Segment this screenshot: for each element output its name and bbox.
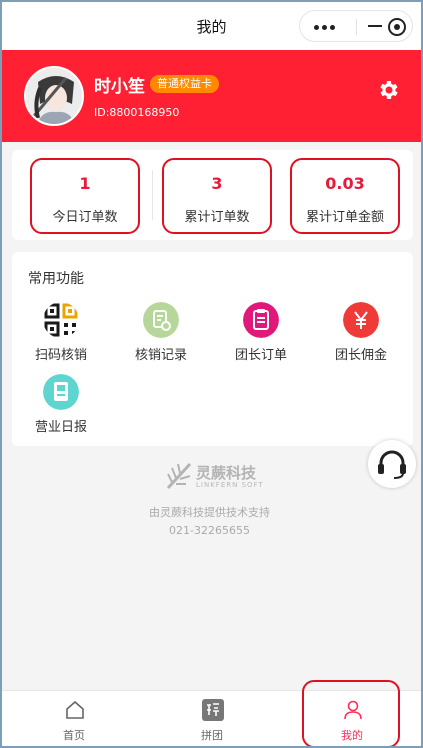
mini-program-capsule xyxy=(299,10,413,42)
tech-support-text: 由灵蕨科技提供技术支持 xyxy=(149,506,270,519)
function-label: 团长订单 xyxy=(234,348,287,363)
function-verify-records[interactable]: 核销记录 xyxy=(116,302,206,366)
stat-divider xyxy=(152,170,153,220)
customer-service-button[interactable] xyxy=(368,440,416,488)
function-label: 营业日报 xyxy=(34,420,87,435)
clipboard-icon xyxy=(243,302,279,338)
profile-header: 时小笙 普通权益卡 ID:8800168950 xyxy=(2,50,421,142)
function-scan-verify[interactable]: 扫码核销 xyxy=(16,302,106,366)
daily-report-icon xyxy=(43,374,79,410)
function-leader-commission[interactable]: 团长佣金 xyxy=(316,302,406,366)
stat-value: 0.03 xyxy=(325,174,365,193)
stat-value: 1 xyxy=(79,174,91,193)
user-name: 时小笙 xyxy=(94,77,145,97)
more-dots-icon[interactable] xyxy=(314,25,336,31)
function-label: 团长佣金 xyxy=(334,348,387,363)
user-id: ID:8800168950 xyxy=(94,106,180,119)
minimize-icon[interactable] xyxy=(368,25,382,27)
active-tab-highlight xyxy=(302,680,400,746)
fern-logo-icon xyxy=(166,462,192,490)
record-icon xyxy=(143,302,179,338)
stat-value: 3 xyxy=(211,174,223,193)
support-phone[interactable]: 021-32265655 xyxy=(2,524,417,537)
capsule-divider xyxy=(356,19,357,35)
brand-logo: 灵蕨科技 LINKFERN SOFT xyxy=(166,462,266,492)
home-icon xyxy=(66,700,84,719)
order-stats-card: 1 今日订单数 3 累计订单数 0.03 累计订单金额 xyxy=(12,150,413,240)
membership-badge[interactable]: 普通权益卡 xyxy=(150,75,219,93)
tab-label: 拼团 xyxy=(201,729,223,742)
phone-frame: 我的 时小笙 普通权益卡 ID:8800168950 1 今日订单数 3 累计订… xyxy=(0,0,423,748)
brand-subtitle: LINKFERN SOFT xyxy=(196,481,264,489)
stat-label: 累计订单金额 xyxy=(305,210,384,225)
stat-label: 累计订单数 xyxy=(184,210,250,225)
close-target-icon[interactable] xyxy=(388,18,406,36)
avatar[interactable] xyxy=(24,66,84,126)
stat-total-orders[interactable]: 3 累计订单数 xyxy=(162,158,272,234)
gear-icon[interactable] xyxy=(376,78,400,102)
function-daily-report[interactable]: 营业日报 xyxy=(16,374,106,438)
section-title: 常用功能 xyxy=(28,271,84,287)
stat-label: 今日订单数 xyxy=(52,210,118,225)
stat-today-orders[interactable]: 1 今日订单数 xyxy=(30,158,140,234)
function-leader-orders[interactable]: 团长订单 xyxy=(216,302,306,366)
function-label: 扫码核销 xyxy=(34,348,87,363)
tab-home[interactable]: 首页 xyxy=(4,691,144,746)
group-buy-icon xyxy=(202,699,224,721)
qr-scan-icon xyxy=(44,303,78,337)
tab-group-buy[interactable]: 拼团 xyxy=(142,691,282,746)
top-nav-bar: 我的 xyxy=(2,2,421,50)
tab-label: 首页 xyxy=(63,729,85,742)
bottom-tab-bar: 首页 拼团 我的 xyxy=(2,680,421,746)
common-functions-card: 常用功能 扫码核销 核销记录 团长订单 团长佣金 营业日报 xyxy=(12,252,413,446)
yen-icon xyxy=(343,302,379,338)
function-label: 核销记录 xyxy=(134,348,187,363)
brand-name: 灵蕨科技 xyxy=(196,464,257,482)
headset-icon xyxy=(378,450,406,479)
stat-total-amount[interactable]: 0.03 累计订单金额 xyxy=(290,158,400,234)
